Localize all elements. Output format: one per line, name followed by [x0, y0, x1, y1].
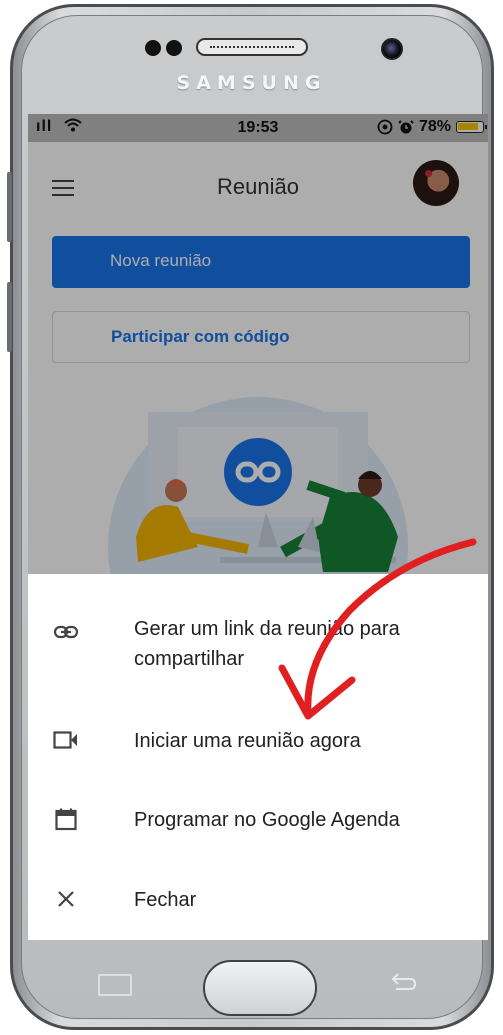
sensor-dot — [145, 40, 161, 56]
video-camera-icon — [52, 726, 80, 754]
sheet-item-label: Iniciar uma reunião agora — [134, 730, 361, 752]
sheet-item-label: Programar no Google Agenda — [134, 809, 400, 831]
front-camera — [381, 38, 403, 60]
calendar-icon — [52, 805, 80, 833]
vpn-icon — [377, 119, 393, 135]
new-meeting-button[interactable]: Nova reunião — [52, 236, 470, 288]
volume-button — [7, 172, 12, 242]
avatar[interactable] — [413, 160, 459, 206]
battery-percent: 78% — [418, 118, 451, 135]
power-button — [7, 282, 12, 352]
sheet-item-close[interactable]: Fechar — [28, 878, 488, 928]
close-icon — [52, 885, 80, 913]
earpiece-speaker — [196, 38, 308, 56]
home-button[interactable] — [203, 960, 317, 1016]
recent-apps-button[interactable] — [98, 974, 132, 996]
screen: ıll 19:53 78% Reunião Nova reunião Parti… — [28, 114, 488, 940]
battery-icon — [456, 121, 487, 133]
meeting-illustration — [108, 397, 408, 577]
back-button[interactable] — [388, 972, 418, 994]
sheet-item-label: Fechar — [134, 889, 197, 911]
brand-logo: SAMSUNG — [176, 72, 327, 94]
sheet-item-generate-link[interactable]: Gerar um link da reunião para compartilh… — [28, 606, 488, 686]
sheet-item-start-meeting[interactable]: Iniciar uma reunião agora — [28, 719, 488, 769]
meet-app: Reunião Nova reunião Participar com códi… — [28, 142, 488, 577]
alarm-icon — [398, 120, 414, 134]
join-with-code-button[interactable]: Participar com código — [52, 311, 470, 363]
status-bar: ıll 19:53 78% — [28, 114, 488, 142]
status-right: 78% — [377, 118, 487, 136]
sensor-dot — [166, 40, 182, 56]
link-icon — [52, 618, 80, 646]
sheet-item-schedule-calendar[interactable]: Programar no Google Agenda — [28, 798, 488, 848]
sheet-item-label: Gerar um link da reunião para compartilh… — [134, 618, 400, 670]
bottom-sheet: Gerar um link da reunião para compartilh… — [28, 574, 488, 940]
